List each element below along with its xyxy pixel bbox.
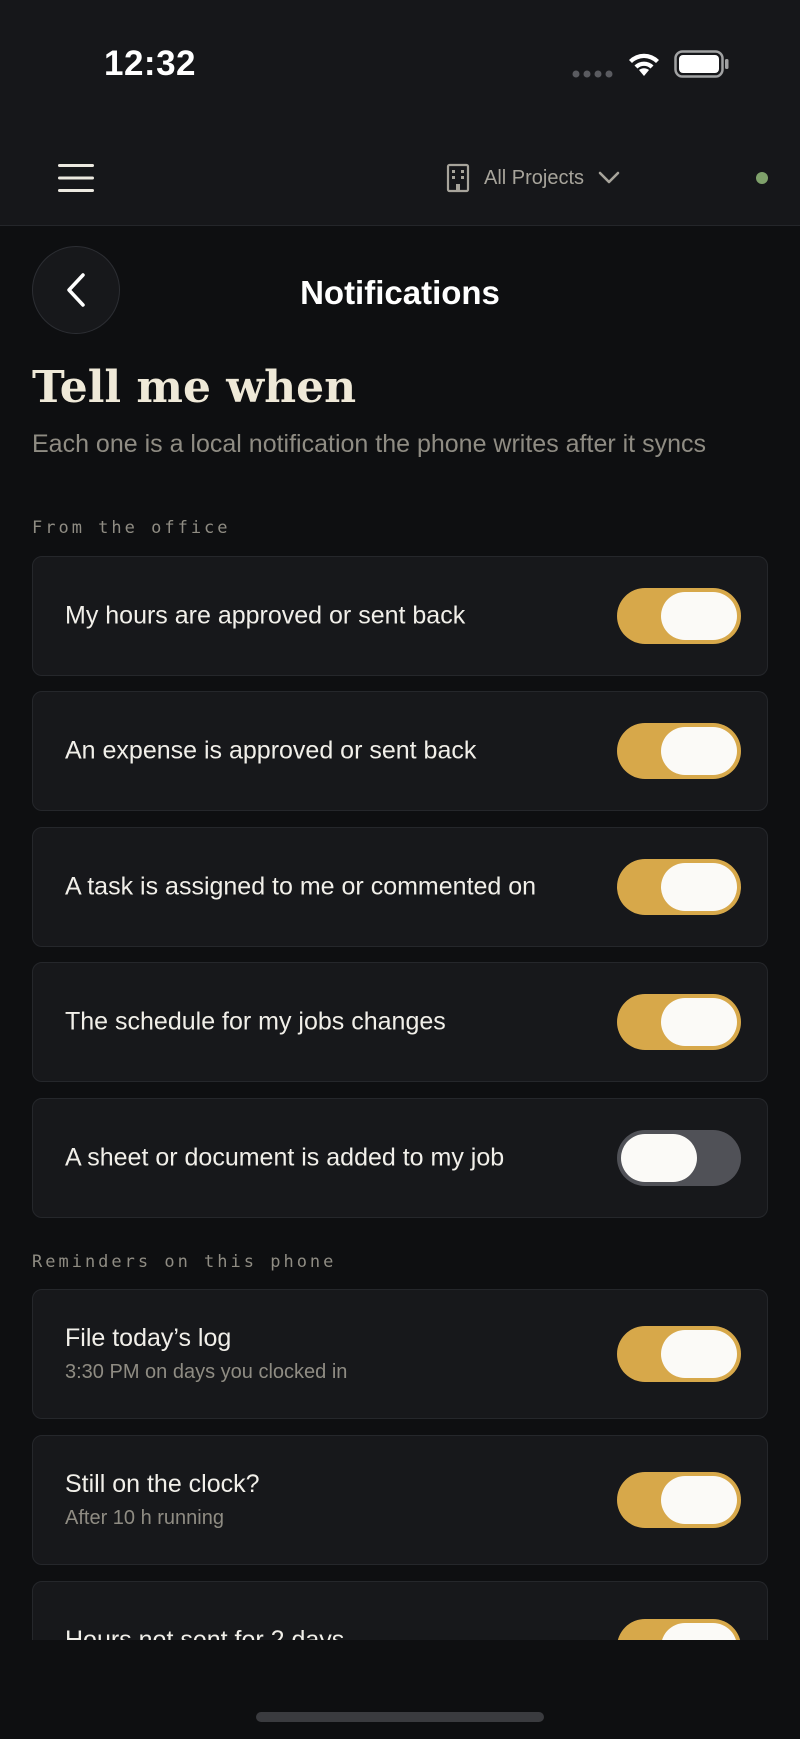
row-text: Still on the clock? After 10 h running [65,1470,260,1530]
toggle-switch-expense[interactable] [617,723,741,779]
row-text: My hours are approved or sent back [65,602,465,631]
toggle-knob [661,1476,737,1524]
toggle-switch-task[interactable] [617,859,741,915]
reminder-row-still-clocked: Still on the clock? After 10 h running [32,1435,768,1565]
notification-row-document: A sheet or document is added to my job [32,1098,768,1218]
row-sublabel: After 10 h running [65,1507,224,1529]
project-selector-label: All Projects [484,166,585,189]
status-time: 12:32 [104,44,197,83]
row-sublabel: 3:30 PM on days you clocked in [65,1361,348,1383]
toggle-knob [661,863,737,911]
notification-row-schedule: The schedule for my jobs changes [32,962,768,1082]
project-selector[interactable]: All Projects [446,150,620,206]
row-text: A task is assigned to me or commented on [65,873,536,902]
row-label: A task is assigned to me or commented on [65,872,537,901]
row-text: Hours not sent for 2 days [65,1626,344,1640]
toggle-switch-daily-log[interactable] [617,1326,741,1382]
toggle-knob [661,727,737,775]
row-label: Hours not sent for 2 days [65,1626,345,1640]
top-app-bar: All Projects [0,130,800,226]
toggle-switch-hours-not-sent[interactable] [617,1619,741,1640]
building-icon [446,163,470,193]
row-text: A sheet or document is added to my job [65,1144,504,1173]
scroll-clip: Hours not sent for 2 days [0,1580,800,1640]
battery-icon [674,50,729,78]
row-text: The schedule for my jobs changes [65,1008,446,1037]
wifi-icon [629,53,659,76]
row-label: An expense is approved or sent back [65,736,477,765]
cellular-signal-icon [572,70,613,78]
reminder-row-daily-log: File today’s log 3:30 PM on days you clo… [32,1289,768,1419]
notification-row-task: A task is assigned to me or commented on [32,827,768,947]
hamburger-menu-icon[interactable] [56,160,96,196]
row-label: My hours are approved or sent back [65,601,466,630]
toggle-knob [621,1134,697,1182]
toggle-switch-document[interactable] [617,1130,741,1186]
toggle-knob [661,998,737,1046]
home-indicator[interactable] [256,1712,544,1722]
row-label: The schedule for my jobs changes [65,1007,446,1036]
toggle-switch-still-clocked[interactable] [617,1472,741,1528]
toggle-knob [661,1623,737,1640]
toggle-knob [661,1330,737,1378]
row-label: Still on the clock? [65,1470,260,1498]
reminder-row-hours-not-sent: Hours not sent for 2 days [32,1581,768,1640]
row-text: File today’s log 3:30 PM on days you clo… [65,1324,347,1384]
section-label-office: From the office [32,518,231,538]
chevron-down-icon [598,171,620,184]
hero-title: Tell me when [32,362,357,413]
row-label: A sheet or document is added to my job [65,1143,505,1172]
status-bar: 12:32 [0,0,800,130]
toggle-switch-hours[interactable] [617,588,741,644]
notification-row-hours: My hours are approved or sent back [32,556,768,676]
toggle-knob [661,592,737,640]
notification-row-expense: An expense is approved or sent back [32,691,768,811]
row-label: File today’s log [65,1324,232,1352]
row-text: An expense is approved or sent back [65,737,476,766]
page-header: Notifications [0,226,800,356]
section-label-reminders: Reminders on this phone [32,1252,337,1272]
toggle-switch-schedule[interactable] [617,994,741,1050]
sync-status-indicator [756,172,768,184]
hero-subtitle: Each one is a local notification the pho… [32,430,706,458]
bottom-safe-area [0,1640,800,1739]
page-title: Notifications [300,274,500,311]
